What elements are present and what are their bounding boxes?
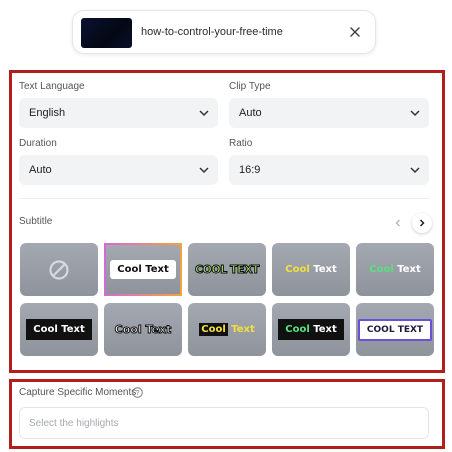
text-language-label: Text Language (19, 81, 85, 92)
subtitle-style-none[interactable] (20, 243, 98, 296)
no-style-icon (49, 259, 69, 280)
duration-select[interactable]: Auto (19, 155, 218, 185)
carousel-next-button[interactable] (412, 213, 432, 233)
close-icon[interactable] (343, 20, 367, 44)
ratio-label: Ratio (229, 138, 253, 149)
style-preview-text: Cool Text (110, 260, 176, 279)
subtitle-label: Subtitle (19, 216, 53, 227)
chevron-down-icon (199, 167, 209, 174)
help-icon[interactable]: ? (132, 387, 143, 398)
style-preview-text: Cool Text (114, 323, 172, 337)
ratio-value: 16:9 (239, 164, 261, 176)
style-preview-text: Cool Text (278, 319, 344, 340)
chevron-down-icon (199, 110, 209, 117)
chevron-down-icon (410, 110, 420, 117)
subtitle-style-black-box[interactable]: Cool Text (20, 303, 98, 356)
text-language-value: English (29, 107, 66, 119)
style-preview-text: COOL TEXT (194, 263, 260, 277)
subtitle-style-yellow-black[interactable]: Cool Text (188, 303, 266, 356)
subtitle-style-white-outline[interactable]: Cool Text (104, 303, 182, 356)
highlights-input[interactable] (20, 408, 428, 438)
subtitle-style-black-box-green[interactable]: Cool Text (272, 303, 350, 356)
svg-text:?: ? (136, 390, 140, 397)
style-preview-text: Cool Text (369, 264, 421, 275)
video-thumbnail (81, 18, 132, 48)
style-preview-text: Cool Text (285, 264, 337, 275)
ratio-select[interactable]: 16:9 (229, 155, 429, 185)
clip-type-value: Auto (239, 107, 262, 119)
clip-type-label: Clip Type (229, 81, 271, 92)
subtitle-style-yellow-white[interactable]: Cool Text (272, 243, 350, 296)
chevron-right-icon (419, 219, 425, 227)
duration-label: Duration (19, 138, 57, 149)
duration-value: Auto (29, 164, 52, 176)
style-preview-text: Cool Text (26, 319, 92, 340)
subtitle-style-green-white[interactable]: Cool Text (356, 243, 434, 296)
highlights-field[interactable] (19, 407, 429, 439)
chevron-left-icon (395, 219, 400, 227)
style-preview-text: COOL TEXT (357, 318, 433, 341)
chevron-down-icon (410, 167, 420, 174)
subtitle-style-white-box[interactable]: Cool Text (104, 243, 182, 296)
subtitle-style-purple-box[interactable]: COOL TEXT (356, 303, 434, 356)
divider (19, 198, 430, 199)
file-chip: how-to-control-your-free-time (72, 10, 376, 54)
file-name: how-to-control-your-free-time (141, 26, 283, 38)
carousel-prev-button[interactable] (388, 213, 408, 233)
clip-type-select[interactable]: Auto (229, 98, 429, 128)
capture-moments-label: Capture Specific Moments (19, 387, 137, 398)
style-preview-text: Cool Text (199, 323, 255, 336)
subtitle-style-green-outline[interactable]: COOL TEXT (188, 243, 266, 296)
text-language-select[interactable]: English (19, 98, 218, 128)
